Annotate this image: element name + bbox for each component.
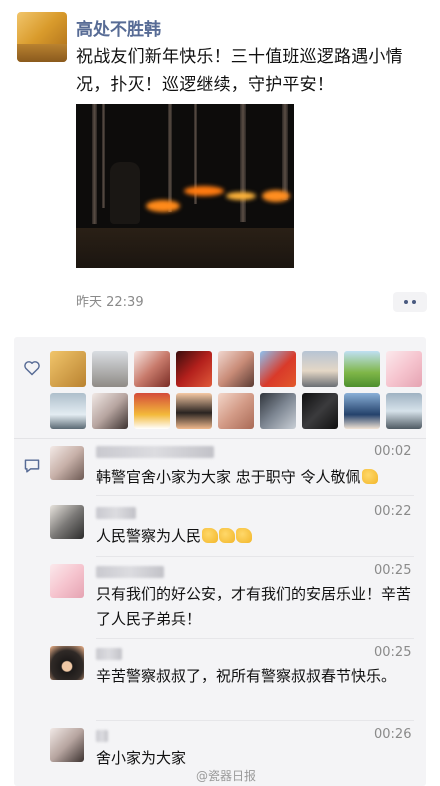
comment-text: 只有我们的好公安，才有我们的安居乐业！辛苦了人民子弟兵！ (96, 585, 412, 628)
thumbs-up-emoji-icon (219, 528, 236, 543)
commenter-avatar[interactable] (50, 646, 84, 680)
like-avatar[interactable] (344, 351, 380, 387)
commenter-avatar[interactable] (50, 728, 84, 762)
poster-name[interactable]: 高处不胜韩 (76, 15, 161, 40)
like-avatar[interactable] (92, 393, 128, 429)
like-avatar[interactable] (302, 393, 338, 429)
comment-time: 00:26 (374, 727, 412, 742)
like-avatar[interactable] (176, 393, 212, 429)
comment-text: 人民警察为人民 (96, 524, 414, 549)
comment-divider (96, 720, 414, 721)
commenter-name[interactable] (96, 648, 122, 660)
commenter-name[interactable] (96, 446, 214, 458)
moments-post-page: 高处不胜韩 祝战友们新年快乐！三十值班巡逻路遇小情况，扑灭！巡逻继续，守护平安！… (0, 0, 440, 786)
commenter-avatar[interactable] (50, 505, 84, 539)
post-text: 祝战友们新年快乐！三十值班巡逻路遇小情况，扑灭！巡逻继续，守护平安！ (76, 47, 403, 95)
like-avatar[interactable] (134, 393, 170, 429)
like-avatar[interactable] (50, 351, 86, 387)
comment-time: 00:22 (374, 504, 412, 519)
heart-outline-icon (24, 361, 40, 376)
commenter-name[interactable] (96, 507, 136, 519)
comment-divider (96, 638, 414, 639)
watermark: @瓷器日报 (196, 769, 257, 783)
like-avatar[interactable] (50, 393, 86, 429)
thumbs-up-emoji-icon (361, 469, 378, 484)
commenter-avatar[interactable] (50, 446, 84, 480)
like-avatar[interactable] (302, 351, 338, 387)
like-avatar[interactable] (218, 393, 254, 429)
like-avatar[interactable] (134, 351, 170, 387)
like-avatar[interactable] (92, 351, 128, 387)
comment-text: 辛苦警察叔叔了，祝所有警察叔叔春节快乐。 (96, 667, 397, 685)
commenter-avatar[interactable] (50, 564, 84, 598)
thumbs-up-emoji-icon (202, 528, 219, 543)
like-avatar[interactable] (218, 351, 254, 387)
comment-time: 00:25 (374, 563, 412, 578)
comment-divider (96, 556, 414, 557)
poster-avatar[interactable] (17, 12, 67, 62)
likes-comments-divider (14, 438, 426, 439)
comment-text: 韩警官舍小家为大家 忠于职守 令人敬佩 (96, 465, 414, 490)
post-photo[interactable] (76, 104, 294, 268)
post-time: 昨天 22:39 (76, 295, 144, 310)
thumbs-up-emoji-icon (236, 528, 253, 543)
comment-time: 00:25 (374, 645, 412, 660)
commenter-name[interactable] (96, 566, 164, 578)
like-avatar[interactable] (386, 393, 422, 429)
commenter-name[interactable] (96, 730, 108, 742)
like-avatar[interactable] (260, 351, 296, 387)
like-avatar[interactable] (344, 393, 380, 429)
more-dots-icon[interactable] (393, 292, 427, 312)
comment-divider (96, 495, 414, 496)
comment-time: 00:02 (374, 444, 412, 459)
like-avatar[interactable] (386, 351, 422, 387)
like-avatar[interactable] (176, 351, 212, 387)
comment-bubble-icon (24, 459, 40, 473)
like-avatar[interactable] (260, 393, 296, 429)
